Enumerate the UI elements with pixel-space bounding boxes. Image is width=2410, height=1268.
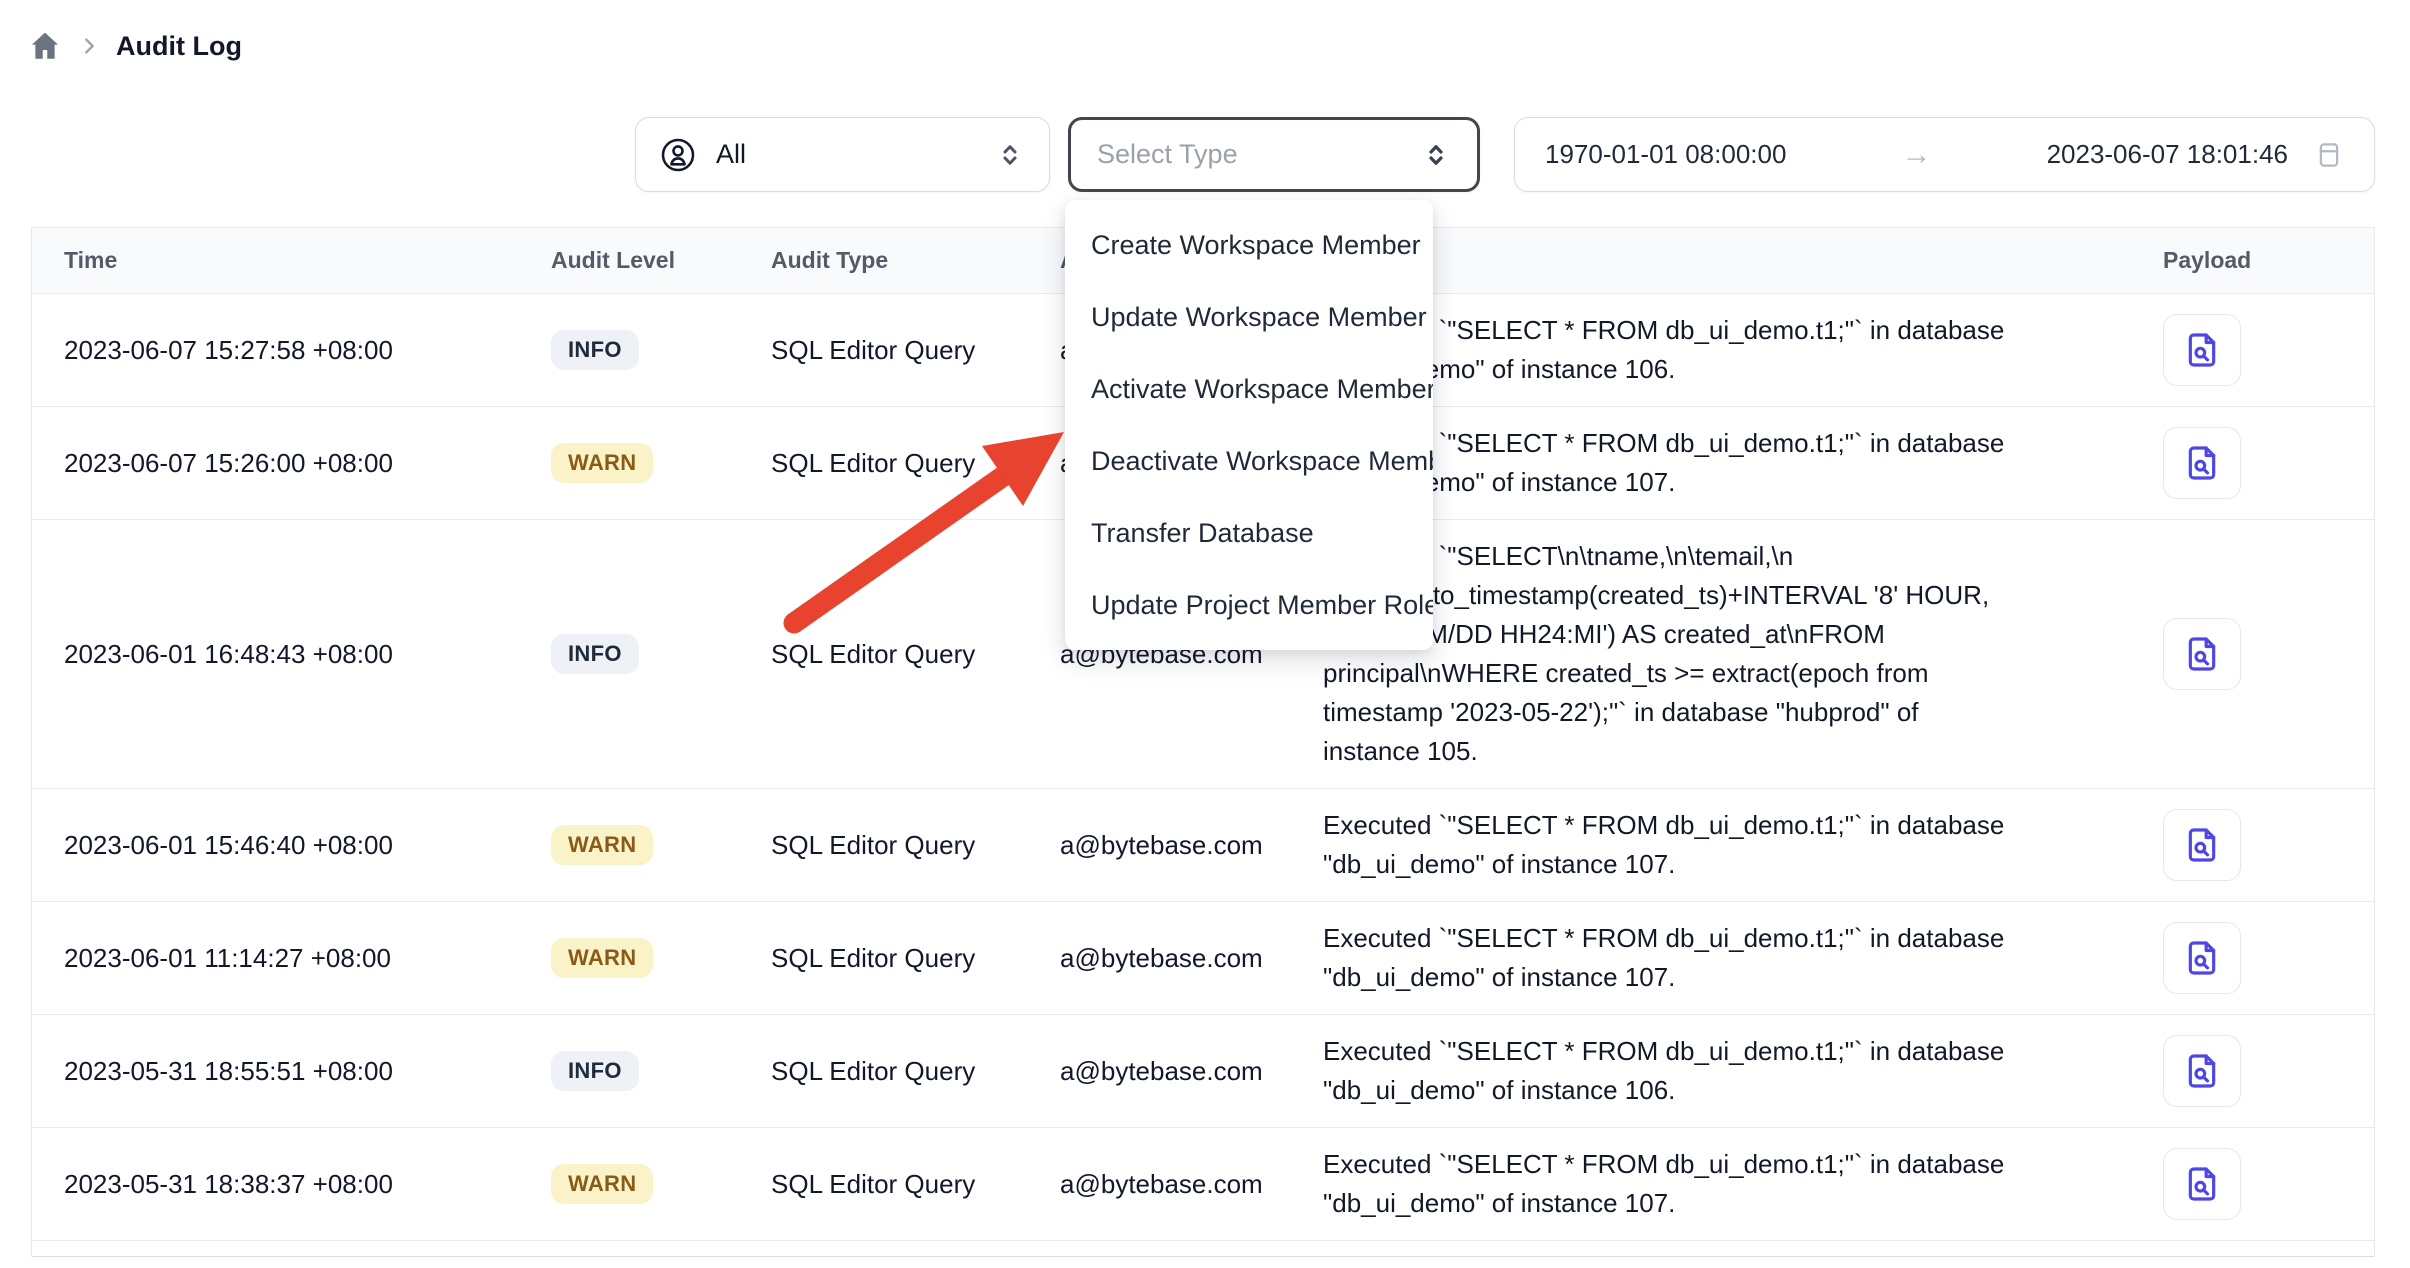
- comment-cell: Executed `"SELECT * FROM db_ui_demo.t1;"…: [1323, 294, 2159, 406]
- comment-cell: Executed `"SELECT * FROM db_ui_demo.t1;"…: [1323, 1015, 2159, 1127]
- comment-cell: Executed `"SELECT * FROM db_ui_demo.t1;"…: [1323, 407, 2159, 519]
- time-cell: 2023-06-01 15:46:40 +08:00: [32, 830, 551, 861]
- payload-view-button[interactable]: [2163, 1148, 2241, 1220]
- comment-cell: Executed `"SELECT * FROM db_ui_demo.t1;"…: [1323, 1128, 2159, 1240]
- actor-cell: a@bytebase.com: [1060, 943, 1323, 974]
- actor-filter-value: All: [716, 139, 746, 170]
- type-menu-item[interactable]: Transfer Database: [1065, 497, 1433, 569]
- type-filter-dropdown-menu: Create Workspace MemberUpdate Workspace …: [1065, 200, 1433, 650]
- actor-cell: a@bytebase.com: [1060, 1056, 1323, 1087]
- time-cell: 2023-06-01 16:48:43 +08:00: [32, 639, 551, 670]
- comment-cell: Executed `"SELECT * FROM db_ui_demo.t1;"…: [1323, 902, 2159, 1014]
- table-row-partial: [32, 1241, 2374, 1257]
- file-search-icon: [2182, 443, 2222, 483]
- audit-level-cell: WARN: [551, 1164, 771, 1204]
- audit-level-cell: INFO: [551, 330, 771, 370]
- audit-level-badge: WARN: [551, 443, 653, 483]
- audit-type-cell: SQL Editor Query: [771, 335, 1060, 366]
- table-row: 2023-06-01 11:14:27 +08:00 WARN SQL Edit…: [32, 902, 2374, 1015]
- payload-cell: [2159, 1035, 2374, 1107]
- filter-bar: All Select Type 1970-01-01 08:00:00 → 20…: [635, 117, 2375, 192]
- audit-level-badge: INFO: [551, 1051, 639, 1091]
- audit-level-cell: INFO: [551, 634, 771, 674]
- header-comment: Comment: [1323, 247, 2159, 274]
- file-search-icon: [2182, 634, 2222, 674]
- chevron-right-icon: [78, 35, 100, 57]
- arrow-right-icon: →: [1872, 138, 1962, 172]
- calendar-icon: [2314, 140, 2344, 170]
- audit-type-cell: SQL Editor Query: [771, 1169, 1060, 1200]
- type-filter-placeholder: Select Type: [1097, 139, 1238, 170]
- payload-cell: [2159, 618, 2374, 690]
- type-menu-item[interactable]: Create Workspace Member: [1065, 209, 1433, 281]
- payload-cell: [2159, 809, 2374, 881]
- date-range-end: 2023-06-07 18:01:46: [2047, 139, 2288, 170]
- page-title: Audit Log: [116, 31, 242, 62]
- comment-cell: Executed `"SELECT\n\tname,\n\temail,\n\t…: [1323, 520, 2159, 788]
- table-row: 2023-05-31 18:55:51 +08:00 INFO SQL Edit…: [32, 1015, 2374, 1128]
- type-menu-item[interactable]: Activate Workspace Member: [1065, 353, 1433, 425]
- chevron-up-down-icon: [995, 140, 1025, 170]
- payload-view-button[interactable]: [2163, 314, 2241, 386]
- audit-level-badge: WARN: [551, 1164, 653, 1204]
- comment-cell: Executed `"SELECT * FROM db_ui_demo.t1;"…: [1323, 789, 2159, 901]
- payload-cell: [2159, 427, 2374, 499]
- user-circle-icon: [660, 137, 696, 173]
- date-range-start: 1970-01-01 08:00:00: [1545, 139, 1786, 170]
- time-cell: 2023-06-01 11:14:27 +08:00: [32, 943, 551, 974]
- header-payload: Payload: [2159, 247, 2374, 274]
- type-menu-item[interactable]: Update Workspace Member: [1065, 281, 1433, 353]
- actor-filter-select[interactable]: All: [635, 117, 1050, 192]
- breadcrumb: Audit Log: [28, 24, 242, 68]
- file-search-icon: [2182, 938, 2222, 978]
- audit-level-cell: WARN: [551, 825, 771, 865]
- time-cell: 2023-05-31 18:55:51 +08:00: [32, 1056, 551, 1087]
- actor-cell: a@bytebase.com: [1060, 830, 1323, 861]
- chevron-up-down-icon: [1421, 140, 1451, 170]
- audit-level-badge: INFO: [551, 330, 639, 370]
- date-range-picker[interactable]: 1970-01-01 08:00:00 → 2023-06-07 18:01:4…: [1514, 117, 2375, 192]
- payload-view-button[interactable]: [2163, 1035, 2241, 1107]
- time-cell: 2023-06-07 15:27:58 +08:00: [32, 335, 551, 366]
- payload-cell: [2159, 922, 2374, 994]
- header-audit-level: Audit Level: [551, 247, 771, 274]
- header-time: Time: [32, 247, 551, 274]
- audit-level-cell: WARN: [551, 938, 771, 978]
- payload-view-button[interactable]: [2163, 922, 2241, 994]
- type-filter-select[interactable]: Select Type: [1068, 117, 1480, 192]
- audit-type-cell: SQL Editor Query: [771, 830, 1060, 861]
- time-cell: 2023-06-07 15:26:00 +08:00: [32, 448, 551, 479]
- actor-cell: a@bytebase.com: [1060, 1169, 1323, 1200]
- payload-cell: [2159, 314, 2374, 386]
- audit-type-cell: SQL Editor Query: [771, 639, 1060, 670]
- header-audit-type: Audit Type: [771, 247, 1060, 274]
- audit-type-cell: SQL Editor Query: [771, 943, 1060, 974]
- payload-cell: [2159, 1148, 2374, 1220]
- type-menu-item[interactable]: Update Project Member Role: [1065, 569, 1433, 641]
- file-search-icon: [2182, 1051, 2222, 1091]
- file-search-icon: [2182, 825, 2222, 865]
- home-icon[interactable]: [28, 29, 62, 63]
- audit-level-cell: WARN: [551, 443, 771, 483]
- file-search-icon: [2182, 330, 2222, 370]
- time-cell: 2023-05-31 18:38:37 +08:00: [32, 1169, 551, 1200]
- audit-type-cell: SQL Editor Query: [771, 1056, 1060, 1087]
- payload-view-button[interactable]: [2163, 809, 2241, 881]
- file-search-icon: [2182, 1164, 2222, 1204]
- table-row: 2023-06-01 15:46:40 +08:00 WARN SQL Edit…: [32, 789, 2374, 902]
- payload-view-button[interactable]: [2163, 618, 2241, 690]
- audit-level-badge: WARN: [551, 825, 653, 865]
- audit-level-cell: INFO: [551, 1051, 771, 1091]
- audit-level-badge: WARN: [551, 938, 653, 978]
- table-row: 2023-05-31 18:38:37 +08:00 WARN SQL Edit…: [32, 1128, 2374, 1241]
- payload-view-button[interactable]: [2163, 427, 2241, 499]
- type-menu-item[interactable]: Deactivate Workspace Member: [1065, 425, 1433, 497]
- audit-type-cell: SQL Editor Query: [771, 448, 1060, 479]
- audit-level-badge: INFO: [551, 634, 639, 674]
- audit-log-page: Audit Log All Select Type 1970-01-01 08:…: [0, 0, 2410, 1268]
